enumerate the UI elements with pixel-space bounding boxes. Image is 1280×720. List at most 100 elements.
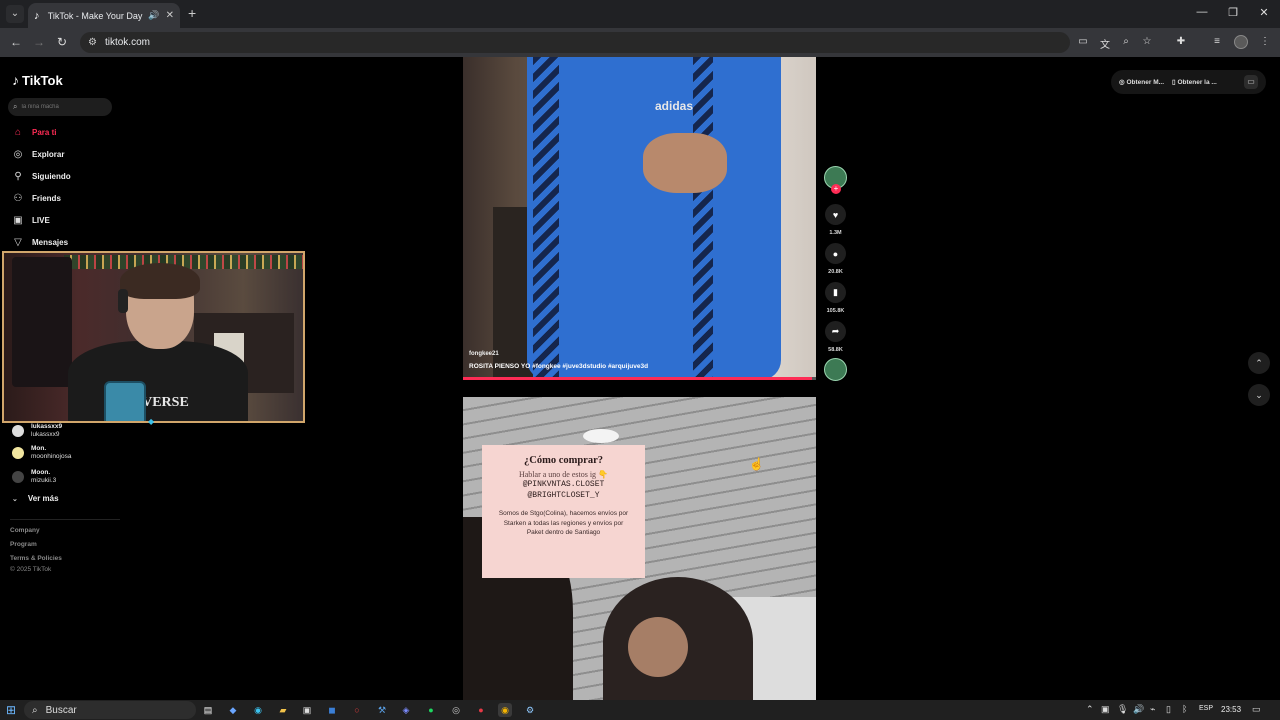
- battery-icon[interactable]: ▯: [1166, 704, 1171, 715]
- nav-label: Siguiendo: [32, 171, 71, 181]
- chrome-icon[interactable]: ◉: [498, 703, 512, 717]
- scroll-up-icon[interactable]: ⌃: [1248, 352, 1270, 374]
- video-player-1[interactable]: adidas fongkee21 ROSITA PIENSO YO #fongk…: [463, 57, 816, 380]
- search-box[interactable]: ⌕: [8, 98, 112, 116]
- jersey-pattern: [533, 57, 559, 380]
- obs-icon[interactable]: ◎: [449, 703, 463, 717]
- webcam-overlay: NVERSE: [2, 251, 305, 423]
- outlook-icon[interactable]: ◼: [325, 703, 339, 717]
- nav-label: Explorar: [32, 149, 65, 159]
- like-icon[interactable]: ♥: [825, 204, 846, 225]
- following-icon: ⚲: [14, 170, 22, 182]
- tray-icon[interactable]: ▣: [1101, 704, 1110, 715]
- speaker-icon[interactable]: 🔊: [148, 10, 159, 21]
- reload-icon[interactable]: ↻: [57, 35, 67, 49]
- footer-link-program[interactable]: Program: [10, 541, 37, 548]
- windows-start-icon[interactable]: ⊞: [6, 703, 16, 717]
- menu-icon[interactable]: ⋮: [1258, 36, 1272, 47]
- edge-icon[interactable]: ◉: [251, 703, 265, 717]
- nav-label: Para ti: [32, 127, 57, 137]
- site-settings-icon[interactable]: ⚙: [88, 37, 97, 48]
- nav-friends[interactable]: ⚇ Friends: [12, 190, 61, 206]
- volume-icon[interactable]: 🔊: [1133, 704, 1144, 715]
- scroll-down-icon[interactable]: ⌄: [1248, 384, 1270, 406]
- restore-icon[interactable]: ❐: [1223, 6, 1243, 19]
- microphone-icon[interactable]: 🎙: [1117, 704, 1128, 715]
- store-icon[interactable]: ▣: [300, 703, 314, 717]
- close-tab-icon[interactable]: ✕: [166, 10, 174, 21]
- video-caption[interactable]: ROSITA PIENSO YO #fongkee #juve3dstudio …: [469, 363, 648, 370]
- share-icon[interactable]: ➦: [825, 321, 846, 342]
- spotify-icon[interactable]: ●: [424, 703, 438, 717]
- home-icon: ⌂: [14, 126, 22, 138]
- following-account[interactable]: Moon. mizukii.3: [12, 469, 56, 485]
- video-username[interactable]: fongkee21: [469, 351, 499, 357]
- desktop-app-icon[interactable]: ▭: [1244, 75, 1258, 89]
- like-count: 1.3M: [829, 230, 842, 236]
- account-name: lukassxx9: [31, 423, 63, 430]
- opera-icon[interactable]: ○: [350, 703, 364, 717]
- tiktok-logo[interactable]: ♪ TikTok: [12, 72, 63, 88]
- sound-disc-icon[interactable]: [824, 358, 847, 381]
- app-icon[interactable]: ●: [474, 703, 488, 717]
- notifications-icon[interactable]: ▭: [1252, 704, 1261, 715]
- follow-plus-icon[interactable]: +: [831, 184, 841, 194]
- jersey-brand: adidas: [655, 99, 694, 113]
- footer-link-terms[interactable]: Terms & Policies: [10, 555, 62, 562]
- pill-label: Obtener M...: [1126, 79, 1165, 86]
- network-icon[interactable]: ⌁: [1150, 704, 1155, 715]
- profile-icon[interactable]: [1234, 35, 1248, 49]
- file-explorer-icon[interactable]: ▰: [276, 703, 290, 717]
- extensions-icon[interactable]: ✚: [1174, 36, 1188, 47]
- comment-count: 20.8K: [828, 269, 843, 275]
- bookmark-star-icon[interactable]: ☆: [1140, 36, 1154, 47]
- forward-icon[interactable]: →: [33, 35, 45, 49]
- following-account[interactable]: Mon. moonhinojosa: [12, 445, 71, 461]
- get-app-pill[interactable]: ◎ Obtener M...: [1119, 78, 1164, 86]
- media-icon[interactable]: ≡: [1210, 36, 1224, 47]
- browser-tab-strip: ⌄ ♪ TikTok - Make Your Day 🔊 ✕ + — ❐ ✕: [0, 0, 1280, 28]
- comment-icon[interactable]: ●: [825, 243, 846, 264]
- following-account[interactable]: lukassxx9 lukassxx9: [12, 423, 62, 439]
- footer-link-company[interactable]: Company: [10, 527, 40, 534]
- nav-live[interactable]: ▣ LIVE: [12, 212, 50, 228]
- nav-mensajes[interactable]: ▽ Mensajes: [12, 234, 68, 250]
- nav-para-ti[interactable]: ⌂ Para ti: [12, 124, 57, 140]
- chevron-up-icon[interactable]: ⌃: [1086, 704, 1094, 715]
- account-names: Moon. mizukii.3: [31, 469, 56, 485]
- omnibox[interactable]: ⚙ tiktok.com: [80, 32, 1070, 53]
- get-app-pill[interactable]: ▯ Obtener la ...: [1172, 78, 1217, 86]
- bluetooth-icon[interactable]: ᛒ: [1182, 704, 1187, 714]
- taskbar-search[interactable]: ⌕ Buscar: [24, 701, 196, 719]
- cast-icon[interactable]: ▭: [1076, 36, 1090, 47]
- video-player-2[interactable]: ¿Cómo comprar? Hablar a uno de estos ig …: [463, 397, 816, 700]
- steam-icon[interactable]: ⚙: [523, 703, 537, 717]
- jersey: [527, 57, 781, 380]
- nav-explorar[interactable]: ◎ Explorar: [12, 146, 65, 162]
- browser-tab-tiktok[interactable]: ♪ TikTok - Make Your Day 🔊 ✕: [28, 3, 180, 28]
- back-icon[interactable]: ←: [10, 35, 22, 49]
- task-view-icon[interactable]: ▤: [201, 703, 215, 717]
- language-indicator[interactable]: ESP: [1199, 705, 1213, 712]
- progress-fill: [463, 377, 813, 380]
- tab-list-icon[interactable]: ⌄: [6, 5, 24, 23]
- zoom-icon[interactable]: ⌕: [1119, 36, 1133, 47]
- video-progress-bar[interactable]: [463, 377, 816, 380]
- search-input[interactable]: [21, 104, 102, 110]
- ver-mas-label: Ver más: [27, 494, 59, 503]
- new-tab-icon[interactable]: +: [188, 5, 196, 21]
- ver-mas-button[interactable]: ⌄ Ver más: [12, 494, 59, 503]
- translate-icon[interactable]: 文: [1098, 36, 1112, 51]
- minimize-icon[interactable]: —: [1192, 6, 1212, 18]
- copyright: © 2025 TikTok: [10, 566, 52, 573]
- app-icon[interactable]: ⚒: [375, 703, 389, 717]
- clock[interactable]: 23:53: [1221, 705, 1241, 714]
- bookmark-icon[interactable]: ▮: [825, 282, 846, 303]
- window-close-icon[interactable]: ✕: [1254, 6, 1274, 19]
- discord-icon[interactable]: ◈: [399, 703, 413, 717]
- taskbar: ⊞ ⌕ Buscar ▤ ◆ ◉ ▰ ▣ ◼ ○ ⚒ ◈ ● ◎ ● ◉ ⚙ ⌃…: [0, 700, 1280, 720]
- search-icon: ⌕: [13, 102, 18, 111]
- messages-icon: ▽: [14, 236, 22, 248]
- copilot-icon[interactable]: ◆: [226, 703, 240, 717]
- nav-siguiendo[interactable]: ⚲ Siguiendo: [12, 168, 71, 184]
